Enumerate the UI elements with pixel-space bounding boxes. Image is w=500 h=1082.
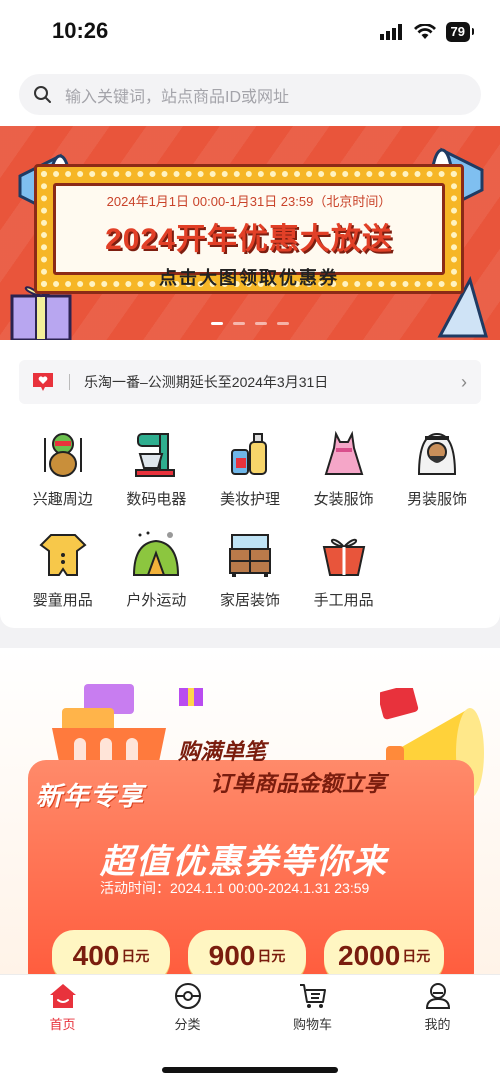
coupon-amount: 900	[208, 940, 256, 971]
tab-label: 分类	[174, 1016, 201, 1032]
category-label: 婴童用品	[32, 592, 93, 609]
banner-title: 2024开年优惠大放送	[105, 223, 393, 256]
status-icons: 79	[379, 22, 475, 42]
tab-label: 首页	[49, 1016, 76, 1032]
coupon-amount: 2000	[338, 940, 401, 971]
announcement-bar[interactable]: 乐淘一番–公测期延长至2024年3月31日 ›	[19, 360, 481, 404]
category-item[interactable]: 女装服饰	[297, 428, 391, 509]
search-input[interactable]: 输入关键词，站点商品ID或网址	[19, 74, 481, 115]
banner-content: 2024年1月1日 00:00-1月31日 23:59（北京时间） 2024开年…	[53, 183, 445, 288]
category-grid: 兴趣周边 数码电器 美妆护理 女装服饰 男装服饰 婴童用品 户外运动 家居装饰 …	[16, 428, 484, 610]
tab-label: 购物车	[292, 1016, 332, 1032]
coupon-unit: 日元	[257, 948, 286, 964]
category-item[interactable]: 家居装饰	[203, 529, 297, 610]
profile-icon	[425, 982, 450, 1009]
stand-mixer-icon	[130, 428, 182, 480]
chevron-right-icon: ›	[461, 371, 467, 392]
category-item[interactable]: 男装服饰	[390, 428, 484, 509]
category-item[interactable]: 数码电器	[110, 428, 204, 509]
category-label: 女装服饰	[313, 491, 374, 508]
category-label: 手工用品	[313, 592, 374, 609]
banner-date-range: 2024年1月1日 00:00-1月31日 23:59（北京时间）	[106, 194, 392, 209]
cart-icon	[299, 983, 326, 1008]
new-year-promo[interactable]: 购满单笔 订单商品金额立享 新年专享 超值优惠券等你来 活动时间：2024.1.…	[0, 648, 500, 974]
promo-condition-2: 订单商品金额立享	[210, 771, 387, 796]
status-time: 10:26	[52, 18, 109, 43]
gift-box-icon	[179, 688, 203, 706]
bottom-tab-bar: 首页 分类 购物车 我的	[0, 974, 500, 1082]
banner-dot[interactable]	[277, 322, 289, 325]
man-headwear-icon	[411, 428, 463, 480]
dress-icon	[318, 428, 370, 480]
category-item[interactable]: 美妆护理	[203, 428, 297, 509]
cellular-signal-icon	[379, 24, 402, 40]
category-item[interactable]: 婴童用品	[16, 529, 110, 610]
coupon-list: 400 日元 900 日元 2000 日元	[52, 930, 452, 974]
promo-time: 活动时间：2024.1.1 00:00-2024.1.31 23:59	[100, 880, 370, 896]
heart-message-icon	[33, 373, 53, 391]
tab-profile[interactable]: 我的	[375, 975, 500, 1039]
gift-wrap-icon	[318, 529, 370, 581]
dresser-icon	[224, 529, 276, 581]
banner-subtitle: 点击大图领取优惠券	[159, 268, 339, 288]
promo-headline: 超值优惠券等你来	[100, 843, 388, 881]
home-indicator	[162, 1067, 338, 1073]
category-label: 家居装饰	[219, 592, 280, 609]
baby-onesie-icon	[37, 529, 89, 581]
coupon-item[interactable]: 900 日元	[188, 930, 306, 974]
tab-home[interactable]: 首页	[0, 975, 125, 1039]
tent-icon	[130, 529, 182, 581]
category-label: 户外运动	[126, 592, 187, 609]
search-icon	[34, 85, 51, 103]
category-item[interactable]: 兴趣周边	[16, 428, 110, 509]
coupon-item[interactable]: 2000 日元	[324, 930, 445, 974]
category-label: 美妆护理	[219, 491, 280, 508]
promo-condition-1: 购满单笔	[178, 739, 267, 764]
category-item[interactable]: 手工用品	[297, 529, 391, 610]
status-bar: 10:26 79	[0, 0, 500, 64]
category-item[interactable]: 户外运动	[110, 529, 204, 610]
home-icon	[49, 983, 76, 1008]
cosmetics-bottles-icon	[224, 428, 276, 480]
category-label: 数码电器	[126, 491, 187, 508]
banner-pagination	[0, 322, 500, 325]
coupon-unit: 日元	[121, 948, 150, 964]
wifi-icon	[413, 24, 436, 39]
category-icon	[174, 982, 201, 1009]
promo-banner[interactable]: 2024年1月1日 00:00-1月31日 23:59（北京时间） 2024开年…	[0, 126, 500, 340]
banner-dot[interactable]	[255, 322, 267, 325]
tab-category[interactable]: 分类	[125, 975, 250, 1039]
coupon-item[interactable]: 400 日元	[52, 930, 170, 974]
battery-indicator: 79	[445, 22, 475, 42]
category-panel: 乐淘一番–公测期延长至2024年3月31日 › 兴趣周边 数码电器 美妆护理 女…	[0, 340, 500, 628]
search-placeholder: 输入关键词，站点商品ID或网址	[65, 88, 290, 106]
category-label: 兴趣周边	[32, 491, 93, 508]
promo-tag: 新年专享	[36, 781, 145, 811]
tab-cart[interactable]: 购物车	[250, 975, 375, 1039]
coupon-amount: 400	[72, 940, 120, 971]
banner-dot[interactable]	[211, 322, 223, 325]
announcement-text: 乐淘一番–公测期延长至2024年3月31日	[84, 374, 329, 390]
notice-divider	[69, 374, 70, 390]
banner-dot[interactable]	[233, 322, 245, 325]
turtle-figure-icon	[37, 428, 89, 480]
tab-label: 我的	[424, 1016, 451, 1032]
search-bar: 输入关键词，站点商品ID或网址	[0, 64, 500, 126]
category-label: 男装服饰	[407, 491, 468, 508]
banner-marquee-frame: 2024年1月1日 00:00-1月31日 23:59（北京时间） 2024开年…	[34, 164, 464, 294]
coupon-unit: 日元	[402, 948, 431, 964]
